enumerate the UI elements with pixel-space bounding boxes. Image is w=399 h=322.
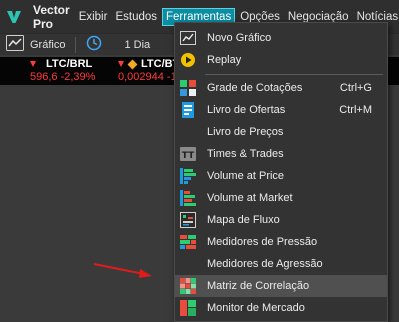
menu-item-mapa-de-fluxo[interactable]: Mapa de Fluxo xyxy=(175,209,387,231)
chart-button[interactable]: Gráfico xyxy=(0,34,71,56)
menu-item-novo-grafico[interactable]: Novo Gráfico xyxy=(175,27,387,49)
menu-estudos[interactable]: Estudos xyxy=(112,8,160,26)
times-trades-icon: TT xyxy=(180,146,196,162)
menu-item-medidores-de-agressao[interactable]: Medidores de Agressão xyxy=(175,253,387,275)
crypto-icon xyxy=(127,59,138,69)
chart-label: Gráfico xyxy=(30,38,66,51)
market-monitor-icon xyxy=(180,300,196,316)
menu-item-grade-de-cotacoes[interactable]: Grade de Cotações Ctrl+G xyxy=(175,77,387,99)
crypto-icon xyxy=(38,61,44,67)
ticker-ltc-brl[interactable]: LTC/BRL 596,6 -2,39% xyxy=(0,57,96,85)
ticker-symbol: LTC/BRL xyxy=(46,58,93,70)
chart-icon xyxy=(180,30,196,46)
quote-grid-icon xyxy=(180,80,196,96)
menu-item-monitor-de-mercado[interactable]: Monitor de Mercado xyxy=(175,297,387,319)
flow-map-icon xyxy=(180,212,196,228)
annotation-arrow xyxy=(93,263,152,278)
down-arrow-icon xyxy=(30,61,36,67)
ticker-ltc-bt[interactable]: LTC/BT 0,002944 -1, xyxy=(90,57,180,85)
app-title: Vector Pro xyxy=(33,2,70,31)
pressure-meter-icon xyxy=(180,234,196,250)
menu-item-medidores-de-pressao[interactable]: Medidores de Pressão xyxy=(175,231,387,253)
menu-item-times-trades[interactable]: TT Times & Trades xyxy=(175,143,387,165)
clock-icon xyxy=(86,35,102,54)
ticker-value: 0,002944 -1, xyxy=(118,71,180,83)
correlation-matrix-icon xyxy=(180,278,196,294)
chart-icon xyxy=(6,35,24,54)
menu-divider xyxy=(205,74,383,75)
menu-item-matriz-de-correlacao[interactable]: Matriz de Correlação xyxy=(175,275,387,297)
replay-icon xyxy=(180,52,196,68)
ticker-value: 596,6 -2,39% xyxy=(30,71,96,83)
interval-label: 1 Dia xyxy=(124,38,151,51)
volume-at-price-icon xyxy=(180,168,196,184)
menu-item-volume-at-price[interactable]: Volume at Price xyxy=(175,165,387,187)
menu-exibir[interactable]: Exibir xyxy=(76,8,111,26)
toolbar-divider xyxy=(75,36,77,53)
down-arrow-icon xyxy=(118,61,124,67)
interval-button[interactable]: 1 Dia xyxy=(80,34,156,56)
order-book-icon xyxy=(180,102,196,118)
svg-text:TT: TT xyxy=(182,151,195,161)
menu-item-replay[interactable]: Replay xyxy=(175,49,387,71)
ferramentas-dropdown: Novo Gráfico Replay Grade de Cotações Ct… xyxy=(174,22,388,322)
vector-logo-icon xyxy=(6,9,22,25)
volume-at-market-icon xyxy=(180,190,196,206)
menu-item-livro-de-ofertas[interactable]: Livro de Ofertas Ctrl+M xyxy=(175,99,387,121)
menu-item-volume-at-market[interactable]: Volume at Market xyxy=(175,187,387,209)
menu-item-livro-de-precos[interactable]: Livro de Preços xyxy=(175,121,387,143)
